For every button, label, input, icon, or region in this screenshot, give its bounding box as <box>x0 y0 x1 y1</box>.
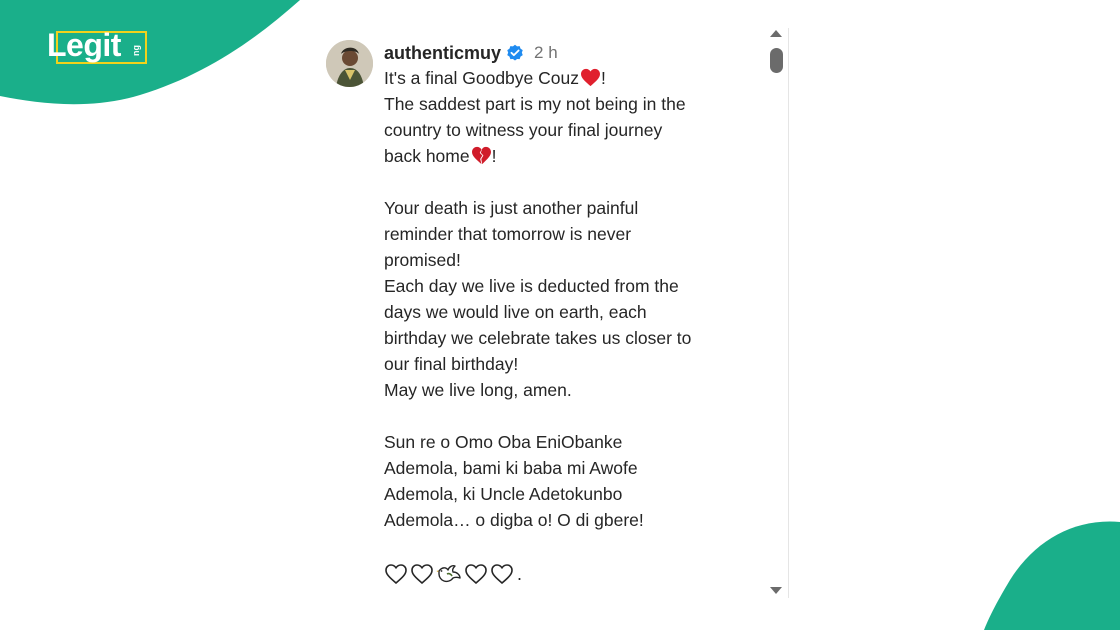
avatar[interactable] <box>326 40 373 87</box>
caption-line: Your death is just another painful <box>384 198 639 218</box>
caption-line: Sun re o Omo Oba EniObanke <box>384 432 623 452</box>
caption-text: back home <box>384 146 470 166</box>
scroll-up-arrow-icon[interactable] <box>770 30 782 37</box>
vertical-scrollbar[interactable] <box>766 28 789 598</box>
caption-line: back home! <box>384 143 754 169</box>
logo-text: Legit <box>47 27 121 63</box>
caption-line: Ademola… o digba o! O di gbere! <box>384 510 644 530</box>
caption-line: Ademola, bami ki baba mi Awofe <box>384 458 638 478</box>
post-time: 2 h <box>534 43 558 62</box>
white-heart-icon <box>465 564 487 585</box>
dove-icon <box>436 565 461 583</box>
caption-line: The saddest part is my not being in the <box>384 94 686 114</box>
screenshot-page: Legit ng authenticmuy 2 h It's a final G… <box>0 0 1120 630</box>
caption-line: It's a final Goodbye Couz! <box>384 65 754 91</box>
caption-line: country to witness your final journey <box>384 120 663 140</box>
post-header: authenticmuy 2 h <box>384 42 558 64</box>
broken-heart-icon <box>471 146 491 165</box>
caption-line: promised! <box>384 250 461 270</box>
caption-text: ! <box>600 68 606 88</box>
white-heart-icon <box>491 564 513 585</box>
logo-suffix: ng <box>131 45 141 56</box>
avatar-image <box>326 40 373 87</box>
emoji-row-end: . <box>517 563 523 584</box>
emoji-row: . <box>384 561 522 587</box>
caption-line: May we live long, amen. <box>384 380 572 400</box>
caption-text: ! <box>491 146 497 166</box>
username[interactable]: authenticmuy <box>384 43 501 64</box>
scroll-down-arrow-icon[interactable] <box>770 587 782 594</box>
white-heart-icon <box>385 564 407 585</box>
caption-line: days we would live on earth, each <box>384 302 647 322</box>
caption-line: birthday we celebrate takes us closer to <box>384 328 692 348</box>
caption-text: It's a final Goodbye Couz <box>384 68 579 88</box>
verified-badge-icon <box>507 44 523 61</box>
caption-line: Each day we live is deducted from the <box>384 276 679 296</box>
white-heart-icon <box>411 564 433 585</box>
post-caption: It's a final Goodbye Couz! The saddest p… <box>384 65 754 533</box>
legit-logo: Legit ng <box>47 26 149 66</box>
caption-line: Ademola, ki Uncle Adetokunbo <box>384 484 623 504</box>
red-heart-icon <box>580 68 600 87</box>
scroll-thumb[interactable] <box>770 48 783 73</box>
caption-line: reminder that tomorrow is never <box>384 224 632 244</box>
caption-line: our final birthday! <box>384 354 519 374</box>
